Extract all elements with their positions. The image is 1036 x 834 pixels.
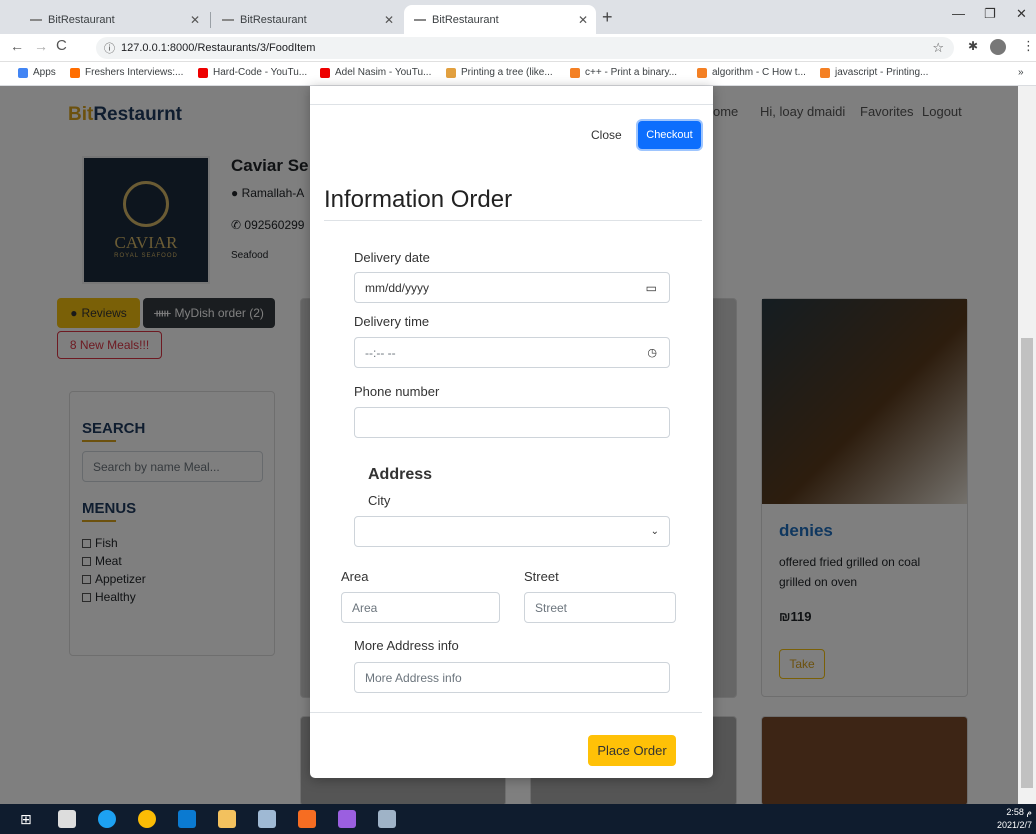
bookmark-item[interactable]: javascript - Printing... — [820, 67, 928, 78]
close-window-icon[interactable]: ✕ — [1016, 6, 1027, 22]
scrollbar-thumb[interactable] — [1021, 338, 1033, 788]
browser-tab-2[interactable]: BitRestaurant ✕ — [212, 5, 402, 34]
city-label: City — [368, 493, 391, 508]
chrome-icon[interactable] — [138, 810, 156, 828]
area-input[interactable]: Area — [341, 592, 500, 623]
address-bar-row: ← → C ⓘ 127.0.0.1:8000/Restaurants/3/Foo… — [0, 34, 1036, 62]
minimize-icon[interactable]: — — [952, 6, 965, 21]
menu-dots-icon[interactable]: ⋮ — [1022, 38, 1035, 54]
browser-tab-1[interactable]: BitRestaurant ✕ — [20, 5, 208, 34]
tab-divider — [210, 12, 211, 28]
calendar-icon: ▭ — [645, 280, 657, 295]
store-icon[interactable] — [58, 810, 76, 828]
street-label: Street — [524, 569, 559, 584]
star-icon[interactable]: ☆ — [932, 40, 944, 56]
checkout-button[interactable]: Checkout — [638, 121, 701, 149]
more-address-label: More Address info — [354, 638, 459, 653]
modal-title: Information Order — [324, 186, 513, 213]
delivery-date-label: Delivery date — [354, 250, 430, 265]
order-modal: Close Checkout Information Order Deliver… — [310, 86, 713, 778]
bookmark-item[interactable]: Adel Nasim - YouTu... — [320, 67, 431, 78]
bookmarks-bar: Apps Freshers Interviews:... Hard-Code -… — [0, 62, 1036, 86]
delivery-time-input[interactable]: --:-- -- ◷ — [354, 337, 670, 368]
more-address-input[interactable]: More Address info — [354, 662, 670, 693]
file-explorer-icon[interactable] — [218, 810, 236, 828]
blogger-icon — [70, 67, 80, 78]
bookmark-item[interactable]: Hard-Code - YouTu... — [198, 67, 307, 78]
bookmark-item[interactable]: c++ - Print a binary... — [570, 67, 677, 78]
mail-icon[interactable] — [178, 810, 196, 828]
phpstorm-icon[interactable] — [338, 810, 356, 828]
bookmark-apps[interactable]: Apps — [18, 67, 56, 78]
close-icon[interactable]: ✕ — [578, 13, 588, 27]
stackoverflow-icon — [820, 67, 830, 78]
browser-tab-bar: BitRestaurant ✕ BitRestaurant ✕ BitResta… — [0, 0, 1036, 34]
favicon-icon — [30, 18, 42, 21]
windows-taskbar: ⊞ 2:58 م 2021/2/7 — [0, 804, 1036, 834]
phone-label: Phone number — [354, 384, 440, 399]
street-input[interactable]: Street — [524, 592, 676, 623]
restore-icon[interactable]: ❐ — [984, 6, 996, 22]
city-select[interactable]: ⌄ — [354, 516, 670, 547]
favicon-icon — [414, 18, 426, 21]
phone-input[interactable] — [354, 407, 670, 438]
close-icon[interactable]: ✕ — [190, 13, 200, 27]
close-icon[interactable]: ✕ — [384, 13, 394, 27]
delivery-time-label: Delivery time — [354, 314, 430, 329]
apps-grid-icon — [18, 67, 28, 78]
youtube-icon — [198, 67, 208, 78]
clock-icon: ◷ — [647, 347, 657, 359]
address-heading: Address — [368, 466, 433, 483]
bookmark-item[interactable]: Printing a tree (like... — [446, 67, 553, 78]
favicon-icon — [222, 18, 234, 21]
profile-avatar[interactable] — [990, 39, 1006, 55]
browser-tab-3[interactable]: BitRestaurant ✕ — [404, 5, 596, 34]
reload-icon[interactable]: C — [56, 37, 67, 54]
youtube-icon — [320, 67, 330, 78]
stackoverflow-icon — [570, 67, 580, 78]
more-bookmarks-icon[interactable]: » — [1018, 67, 1024, 78]
area-label: Area — [341, 569, 369, 584]
clock-date: 2021/2/7 — [996, 820, 1032, 830]
forward-icon[interactable]: → — [34, 38, 48, 54]
place-order-button[interactable]: Place Order — [588, 735, 676, 766]
chevron-down-icon: ⌄ — [650, 526, 659, 537]
tree-icon — [446, 67, 456, 78]
bookmark-item[interactable]: algorithm - C How t... — [697, 67, 806, 78]
windows-start-icon[interactable]: ⊞ — [20, 811, 32, 828]
back-icon[interactable]: ← — [10, 38, 24, 54]
app-icon[interactable] — [258, 810, 276, 828]
close-button[interactable]: Close — [591, 128, 622, 142]
clock-time: 2:58 م — [1006, 807, 1032, 817]
edge-icon[interactable] — [98, 810, 116, 828]
new-tab-icon[interactable]: + — [602, 7, 613, 28]
scrollbar[interactable] — [1018, 86, 1036, 804]
extensions-icon[interactable]: ✱ — [968, 39, 978, 53]
url-field[interactable]: ⓘ 127.0.0.1:8000/Restaurants/3/FoodItem … — [96, 37, 954, 59]
delivery-date-input[interactable]: mm/dd/yyyy ▭ — [354, 272, 670, 303]
stackoverflow-icon — [697, 67, 707, 78]
bookmark-item[interactable]: Freshers Interviews:... — [70, 67, 183, 78]
app-icon-2[interactable] — [378, 810, 396, 828]
xampp-icon[interactable] — [298, 810, 316, 828]
info-icon: ⓘ — [104, 43, 115, 55]
